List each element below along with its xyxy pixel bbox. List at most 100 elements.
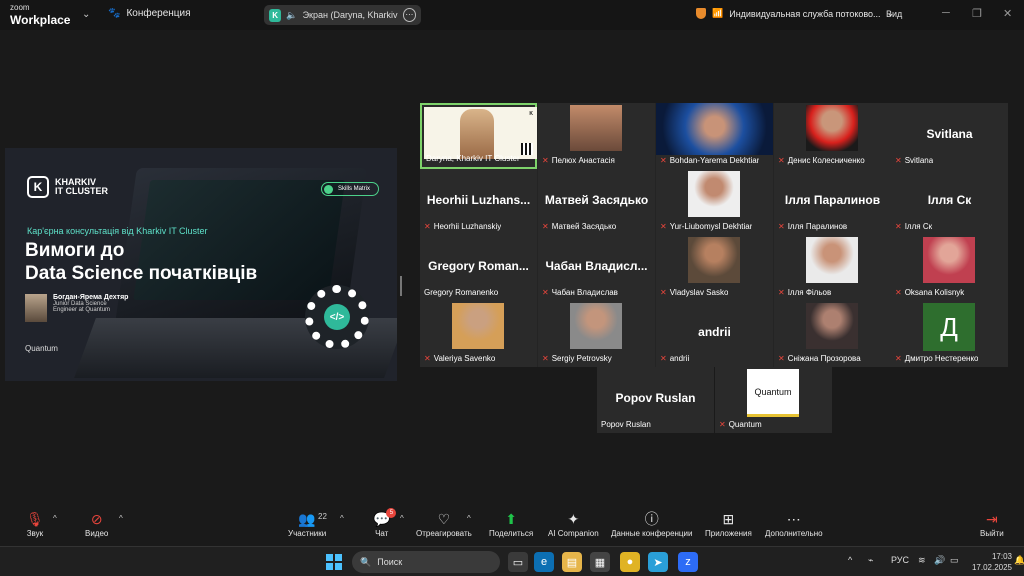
video-button[interactable]: ⊘ Видео [85,509,108,538]
kharkiv-it-cluster-logo: K KHARKIV IT CLUSTER [27,176,108,198]
mic-muted-icon: ✕ [778,222,785,231]
quantum-logo: Quantum [25,344,58,353]
participant-tile[interactable]: ✕ Сніжана Прозорова [774,301,891,367]
wifi-icon[interactable]: ≋ [918,555,926,566]
search-placeholder: Поиск [377,557,403,567]
restore-icon[interactable]: ❐ [972,7,982,20]
mic-muted-icon: ✕ [778,156,785,165]
participant-tile[interactable]: ✕ Oksana Kolisnyk [891,235,1008,301]
conference-menu[interactable]: 🐾 Конференция [108,8,191,19]
volume-icon[interactable]: 🔊 [934,555,945,566]
mic-muted-icon: ✕ [660,156,667,165]
participant-tile[interactable]: Д ✕ Дмитро Нестеренко [891,301,1008,367]
audio-button[interactable]: 🎙 Звук [26,509,44,538]
meeting-toolbar: 🎙 Звук ^ ⊘ Видео ^ 👥 Участники 22 ^ 💬 5 Ч… [0,505,1024,546]
info-label: Данные конференции [611,529,693,538]
apps-button[interactable]: ⊞ Приложения [705,509,752,538]
info-icon: ⓘ [644,511,659,527]
task-view-icon[interactable]: ▭ [508,552,528,572]
slide-title-line1: Вимоги до [25,240,125,261]
participant-name: ✕ Valeriya Savenko [424,354,496,363]
participant-tile[interactable]: ✕ Пелюх Анастасія [538,103,655,169]
share-button[interactable]: ⬆ Поделиться [489,509,533,538]
participant-name: ✕ Sergiy Petrovsky [542,354,612,363]
chrome-icon[interactable]: ● [620,552,640,572]
video-chevron-icon[interactable]: ^ [119,514,123,523]
participant-video [656,103,773,155]
shared-screen[interactable]: K KHARKIV IT CLUSTER Skills Matrix Кар'єр… [5,148,397,381]
share-label: Экран (Daryna, Kharkiv IT Cl [302,10,398,20]
participant-name: ✕ Ілля Ск [895,222,933,231]
participant-tile[interactable]: Svitlana ✕ Svitlana [891,103,1008,169]
more-button[interactable]: ⋯ Дополнительно [765,509,823,538]
audio-chevron-icon[interactable]: ^ [53,514,57,523]
notification-icon[interactable]: 🔔 [1014,555,1024,566]
view-button[interactable]: Вид [886,9,902,19]
battery-icon[interactable]: ▭ [950,555,959,566]
network-sensor-icon[interactable]: ⌁ [868,555,873,566]
ai-companion-button[interactable]: ✦ AI Companion [548,509,599,538]
participant-tile[interactable]: Gregory Roman... Gregory Romanenko [420,235,537,301]
participant-tile[interactable]: Матвей Засядько ✕ Матвей Засядько [538,169,655,235]
participant-tile[interactable]: ✕ Ілля Фільов [774,235,891,301]
participant-display-name: Popov Ruslan [615,391,696,405]
mic-muted-icon: ✕ [778,354,785,363]
file-explorer-icon[interactable]: ▤ [562,552,582,572]
mic-muted-icon: ✕ [424,222,431,231]
resize-handle[interactable] [400,276,402,296]
participant-tile[interactable]: Heorhii Luzhans... ✕ Heorhii Luzhanskiy [420,169,537,235]
conference-label: Конференция [126,8,191,19]
participant-name: ✕ Ілля Паралинов [778,222,848,231]
store-icon[interactable]: ▦ [590,552,610,572]
participant-display-name: Gregory Roman... [428,259,529,273]
participant-name: ✕ Чабан Владислав [542,288,618,297]
clock[interactable]: 17:03 17.02.2025 [968,551,1012,573]
participant-tile[interactable]: Quantum ✕ Quantum [715,367,832,433]
more-options-icon[interactable]: ⋯ [402,8,417,22]
participant-video [570,303,622,349]
mic-muted-icon: ✕ [660,222,667,231]
kharkiv-app-icon: K [269,8,282,22]
chat-chevron-icon[interactable]: ^ [400,514,404,523]
screen-share-indicator[interactable]: K 🔈 Экран (Daryna, Kharkiv IT Cl ⋯ [264,5,421,25]
react-label: Отреагировать [416,529,472,538]
leave-label: Выйти [980,529,1004,538]
participant-tile[interactable]: ✕ Vladyslav Sasko [656,235,773,301]
close-icon[interactable]: ✕ [1003,7,1012,20]
participant-tile[interactable]: Popov Ruslan Popov Ruslan [597,367,714,433]
participant-tile[interactable]: Чабан Владисл... ✕ Чабан Владислав [538,235,655,301]
zoom-taskbar-icon[interactable]: z [678,552,698,572]
participant-video [806,303,858,349]
streaming-service-menu[interactable]: 📶 Индивидуальная служба потоково... ⌄ [696,8,894,19]
tray-chevron-icon[interactable]: ^ [848,555,852,565]
participant-tile[interactable]: ✕ Sergiy Petrovsky [538,301,655,367]
language-indicator[interactable]: РУС [891,555,909,565]
chevron-down-icon[interactable]: ⌄ [82,9,90,20]
participant-tile[interactable]: Ілля Ск ✕ Ілля Ск [891,169,1008,235]
react-button[interactable]: ♡ Отреагировать [416,509,472,538]
edge-icon[interactable]: e [534,552,554,572]
leave-button[interactable]: ⇥ Выйти [980,509,1004,538]
shield-icon [696,8,706,19]
code-icon: </> [324,304,350,330]
participant-tile[interactable]: ✕ Денис Колесниченко [774,103,891,169]
participant-tile[interactable]: ✕ Bohdan-Yarema Dekhtiar [656,103,773,169]
mic-muted-icon: ✕ [542,222,549,231]
chat-button[interactable]: 💬 5 Чат [373,508,397,538]
participant-tile[interactable]: Ілля Паралинов ✕ Ілля Паралинов [774,169,891,235]
react-chevron-icon[interactable]: ^ [467,514,471,523]
participants-chevron-icon[interactable]: ^ [340,514,344,523]
participant-tile[interactable]: ✕ Valeriya Savenko [420,301,537,367]
participant-name: Popov Ruslan [601,420,651,429]
mic-muted-icon: ✕ [895,222,902,231]
taskbar-search[interactable]: 🔍 Поиск [352,551,500,573]
participant-tile[interactable]: K Daryna, Kharkiv IT Cluster [420,103,537,169]
telegram-icon[interactable]: ➤ [648,552,668,572]
windows-start-icon[interactable] [326,554,342,570]
participant-tile[interactable]: ✕ Yur-Liubomysl Dekhtiar [656,169,773,235]
minimize-icon[interactable]: ─ [942,7,950,19]
participant-tile[interactable]: andrii ✕ andrii [656,301,773,367]
meeting-info-button[interactable]: ⓘ Данные конференции [611,509,692,538]
share-label: Поделиться [489,529,534,538]
participant-name: Gregory Romanenko [424,288,499,297]
